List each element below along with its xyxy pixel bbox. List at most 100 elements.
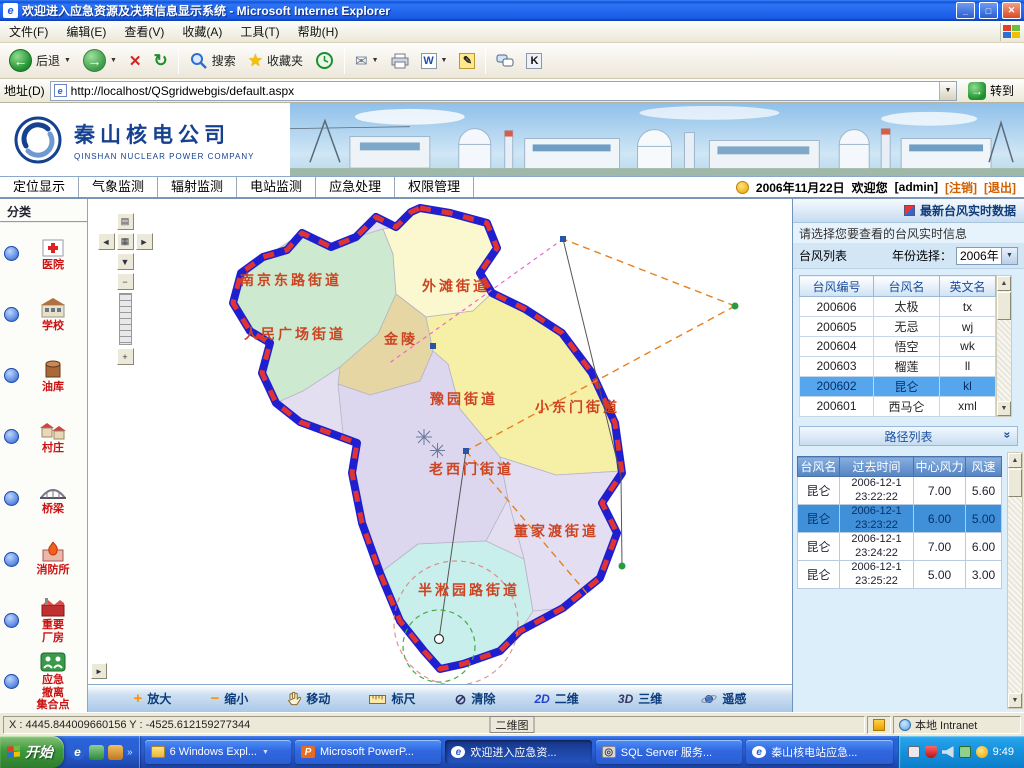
sidebar-item-hospital[interactable]: 医院 — [0, 223, 87, 284]
scroll-thumb[interactable] — [997, 292, 1011, 320]
go-button[interactable]: → 转到 — [962, 82, 1020, 100]
table-row[interactable]: 200603榴莲ll — [800, 356, 996, 376]
col-header[interactable]: 过去时间 — [840, 457, 914, 477]
taskbar-button-powerpoint[interactable]: P Microsoft PowerP... — [295, 740, 441, 764]
table-row[interactable]: 200605无忌wj — [800, 317, 996, 337]
table-row[interactable]: 200604悟空wk — [800, 337, 996, 357]
pan-down-button[interactable]: ▼ — [117, 253, 134, 270]
tab-station-monitor[interactable]: 电站监测 — [237, 177, 316, 197]
table-row-selected[interactable]: 200602昆仑kl — [800, 376, 996, 396]
scroll-down-button[interactable]: ▼ — [997, 401, 1011, 416]
col-header[interactable]: 英文名 — [940, 276, 996, 297]
layers-button[interactable]: ▤ — [117, 213, 134, 230]
pan-right-button[interactable]: ► — [136, 233, 153, 250]
zoom-in-tool[interactable]: + 放大 — [134, 690, 172, 707]
logout-link[interactable]: [注销] — [945, 179, 977, 196]
tab-radiation-monitor[interactable]: 辐射监测 — [158, 177, 237, 197]
ruler-tool[interactable]: 标尺 — [369, 690, 415, 707]
table-row[interactable]: 昆仑2006-12-1 23:22:22 7.005.60 — [798, 477, 1002, 505]
collapse-chevron-icon[interactable]: » — [1001, 432, 1015, 439]
word-button[interactable]: W ▼ — [416, 51, 453, 71]
mail-dropdown-icon[interactable]: ▼ — [372, 57, 379, 64]
zoom-out-button[interactable]: − — [117, 273, 134, 290]
back-dropdown-icon[interactable]: ▼ — [64, 57, 71, 64]
zoom-in-button[interactable]: + — [117, 348, 134, 365]
menu-edit[interactable]: 编辑(E) — [57, 20, 115, 43]
menu-help[interactable]: 帮助(H) — [289, 20, 348, 43]
sidebar-item-oil-depot[interactable]: 油库 — [0, 345, 87, 406]
scroll-down-button[interactable]: ▼ — [1008, 693, 1022, 708]
zoom-out-tool[interactable]: − 缩小 — [210, 690, 248, 707]
path-list-header[interactable]: 路径列表 » — [799, 426, 1018, 446]
zoom-slider[interactable] — [119, 293, 132, 345]
sidebar-item-important-plant[interactable]: 重要 厂房 — [0, 590, 87, 651]
maximize-button[interactable]: □ — [979, 2, 998, 19]
pan-tool[interactable]: 移动 — [287, 690, 330, 707]
address-url[interactable]: http://localhost/QSgridwebgis/default.as… — [71, 84, 935, 98]
menu-view[interactable]: 查看(V) — [115, 20, 173, 43]
print-button[interactable] — [386, 51, 414, 71]
table-row-selected[interactable]: 昆仑2006-12-1 23:23:22 6.005.00 — [798, 505, 1002, 533]
volume-tray-icon[interactable] — [942, 746, 954, 758]
clear-tool[interactable]: ⊘ 清除 — [455, 690, 496, 707]
tab-emergency-handling[interactable]: 应急处理 — [316, 177, 395, 197]
menu-favorites[interactable]: 收藏(A) — [173, 20, 231, 43]
back-button[interactable]: ← 后退 ▼ — [4, 47, 76, 74]
forward-button[interactable]: → ▼ — [78, 47, 122, 74]
quick-launch-ie-icon[interactable]: e — [70, 745, 85, 760]
word-dropdown-icon[interactable]: ▼ — [441, 57, 448, 64]
col-header[interactable]: 中心风力 — [914, 457, 966, 477]
taskbar-button-qinshan-app[interactable]: e 秦山核电站应急... — [746, 740, 892, 764]
refresh-button[interactable]: ↻ — [148, 49, 172, 73]
col-header[interactable]: 台风名 — [874, 276, 940, 297]
quick-launch-desktop-icon[interactable] — [89, 745, 104, 760]
col-header[interactable]: 台风名 — [798, 457, 840, 477]
kingsoft-button[interactable]: K — [521, 51, 547, 71]
address-dropdown-icon[interactable]: ▼ — [939, 82, 956, 100]
full-extent-button[interactable]: ▦ — [117, 233, 134, 250]
year-select-arrow-icon[interactable]: ▼ — [1001, 248, 1017, 264]
pan-left-button[interactable]: ◄ — [98, 233, 115, 250]
quick-launch-media-icon[interactable] — [108, 745, 123, 760]
tab-location-display[interactable]: 定位显示 — [0, 177, 79, 197]
remote-sensing-tool[interactable]: 遥感 — [701, 690, 746, 707]
scroll-up-button[interactable]: ▲ — [997, 276, 1011, 291]
start-button[interactable]: 开始 — [0, 736, 64, 768]
close-button[interactable]: ✕ — [1002, 2, 1021, 19]
taskbar-button-ie-active[interactable]: e 欢迎进入应急资... — [445, 740, 591, 764]
table-row[interactable]: 昆仑2006-12-1 23:24:22 7.006.00 — [798, 533, 1002, 561]
view-3d-tool[interactable]: 3D 三维 — [618, 690, 662, 707]
scroll-up-button[interactable]: ▲ — [1008, 453, 1022, 468]
taskbar-button-sql-server[interactable]: ◎ SQL Server 服务... — [596, 740, 742, 764]
table-row[interactable]: 200606太极tx — [800, 297, 996, 317]
tab-permission-mgmt[interactable]: 权限管理 — [395, 177, 474, 197]
track-scrollbar[interactable]: ▲ ▼ — [1007, 452, 1023, 709]
tab-weather-monitor[interactable]: 气象监测 — [79, 177, 158, 197]
sidebar-item-assembly-point[interactable]: 应急 撤离 集合点 — [0, 651, 87, 712]
minimize-button[interactable]: _ — [956, 2, 975, 19]
keyboard-tray-icon[interactable] — [908, 746, 920, 758]
exit-link[interactable]: [退出] — [984, 179, 1016, 196]
stop-button[interactable]: ✕ — [124, 50, 147, 72]
edit-button[interactable]: ✎ — [454, 51, 480, 71]
scroll-thumb[interactable] — [1008, 469, 1022, 497]
view-2d-tool[interactable]: 2D 二维 — [534, 690, 578, 707]
network-tray-icon[interactable] — [959, 746, 971, 758]
taskbar-button-explorer[interactable]: 6 Windows Expl... ▼ — [145, 740, 291, 764]
map-canvas[interactable] — [88, 199, 792, 684]
menu-tools[interactable]: 工具(T) — [231, 20, 288, 43]
antivirus-tray-icon[interactable] — [925, 746, 937, 758]
clock[interactable]: 9:49 — [993, 746, 1014, 758]
update-tray-icon[interactable] — [976, 746, 988, 758]
history-button[interactable] — [310, 49, 339, 72]
mail-button[interactable]: ✉ ▼ — [350, 50, 384, 72]
quick-launch-overflow-icon[interactable]: » — [127, 747, 133, 758]
favorites-button[interactable]: ★ 收藏夹 — [243, 49, 308, 73]
map-mode-chip[interactable]: 二维图 — [490, 716, 535, 733]
sidebar-item-village[interactable]: 村庄 — [0, 406, 87, 467]
typhoon-list-scrollbar[interactable]: ▲ ▼ — [996, 275, 1012, 417]
sidebar-item-school[interactable]: 学校 — [0, 284, 87, 345]
year-select[interactable]: 2006年 ▼ — [956, 247, 1018, 265]
table-row[interactable]: 200601西马仑xml — [800, 396, 996, 416]
sidebar-expand-button[interactable]: ► — [91, 663, 107, 679]
